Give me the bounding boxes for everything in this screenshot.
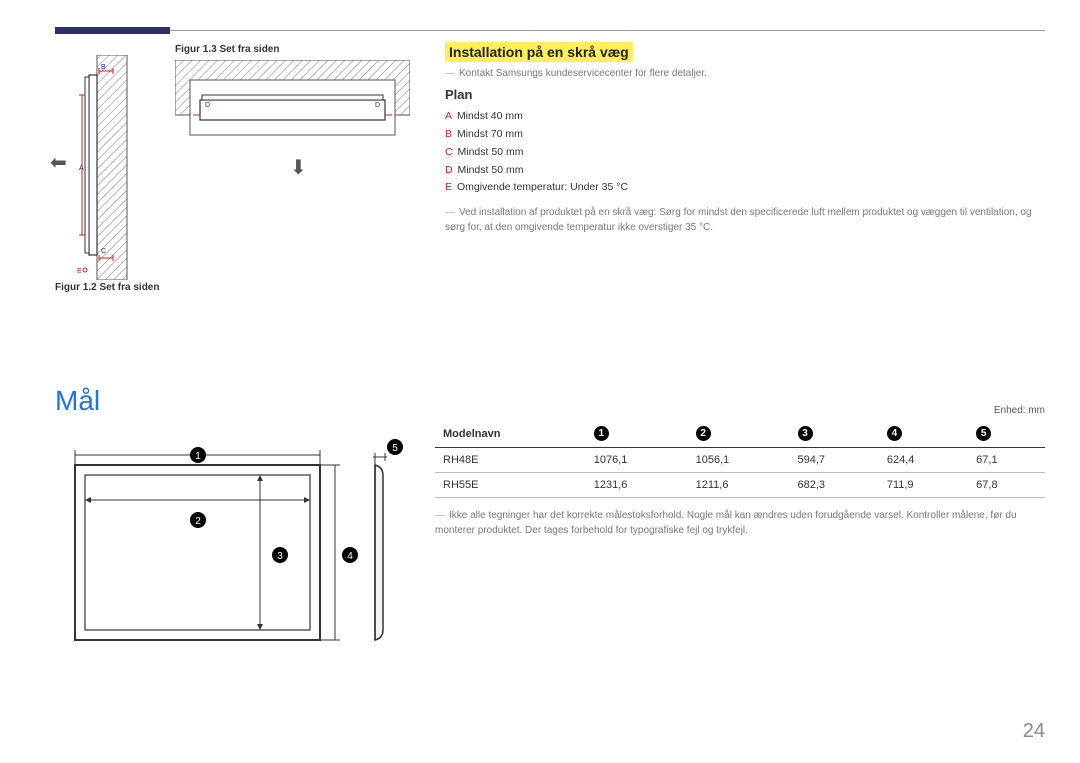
install-note-1: Kontakt Samsungs kundeservicecenter for … [445, 68, 1045, 79]
install-title: Installation på en skrå væg [445, 42, 633, 62]
plan-list: A Mindst 40 mm B Mindst 70 mm C Mindst 5… [445, 108, 1045, 197]
top-tab [55, 27, 170, 34]
col-5: 5 [968, 420, 1045, 448]
svg-text:3: 3 [277, 551, 283, 562]
dimensions-diagram: 1 2 3 4 5 [55, 435, 405, 665]
page-number: 24 [1023, 720, 1045, 743]
arrow-down-icon: ⬇ [290, 155, 307, 180]
svg-text:C: C [101, 248, 106, 255]
col-3: 3 [790, 420, 879, 448]
figure-1-3-caption: Figur 1.3 Set fra siden [175, 44, 279, 55]
top-rule [55, 30, 1045, 31]
svg-text:5: 5 [392, 443, 398, 454]
svg-text:2: 2 [195, 516, 201, 527]
dimensions-note: Ikke alle tegninger har det korrekte mål… [435, 508, 1045, 538]
col-4: 4 [879, 420, 968, 448]
dimensions-table-wrap: Enhed: mm Modelnavn 1 2 3 4 5 RH48E 1076… [435, 405, 1045, 538]
figure-1-2-caption: Figur 1.2 Set fra siden [55, 282, 159, 293]
table-row: RH55E 1231,6 1211,6 682,3 711,9 67,8 [435, 473, 1045, 498]
install-section: Installation på en skrå væg Kontakt Sams… [445, 42, 1045, 235]
figure-1-2: B A C E [75, 55, 130, 280]
svg-text:4: 4 [347, 551, 353, 562]
install-note-2: Ved installation af produktet på en skrå… [445, 205, 1045, 235]
dimensions-table: Modelnavn 1 2 3 4 5 RH48E 1076,1 1056,1 … [435, 420, 1045, 498]
col-model: Modelnavn [435, 420, 586, 448]
svg-text:B: B [101, 64, 106, 71]
dimensions-heading: Mål [55, 385, 100, 417]
col-1: 1 [586, 420, 688, 448]
unit-label: Enhed: mm [435, 405, 1045, 416]
svg-text:D: D [205, 102, 210, 109]
plan-title: Plan [445, 87, 1045, 102]
table-row: RH48E 1076,1 1056,1 594,7 624,4 67,1 [435, 448, 1045, 473]
table-header-row: Modelnavn 1 2 3 4 5 [435, 420, 1045, 448]
figure-1-3: D D [175, 60, 410, 150]
svg-text:E: E [77, 268, 82, 275]
arrow-left-icon: ⬅ [50, 150, 67, 175]
col-2: 2 [688, 420, 790, 448]
svg-text:D: D [375, 102, 380, 109]
svg-text:1: 1 [195, 451, 201, 462]
